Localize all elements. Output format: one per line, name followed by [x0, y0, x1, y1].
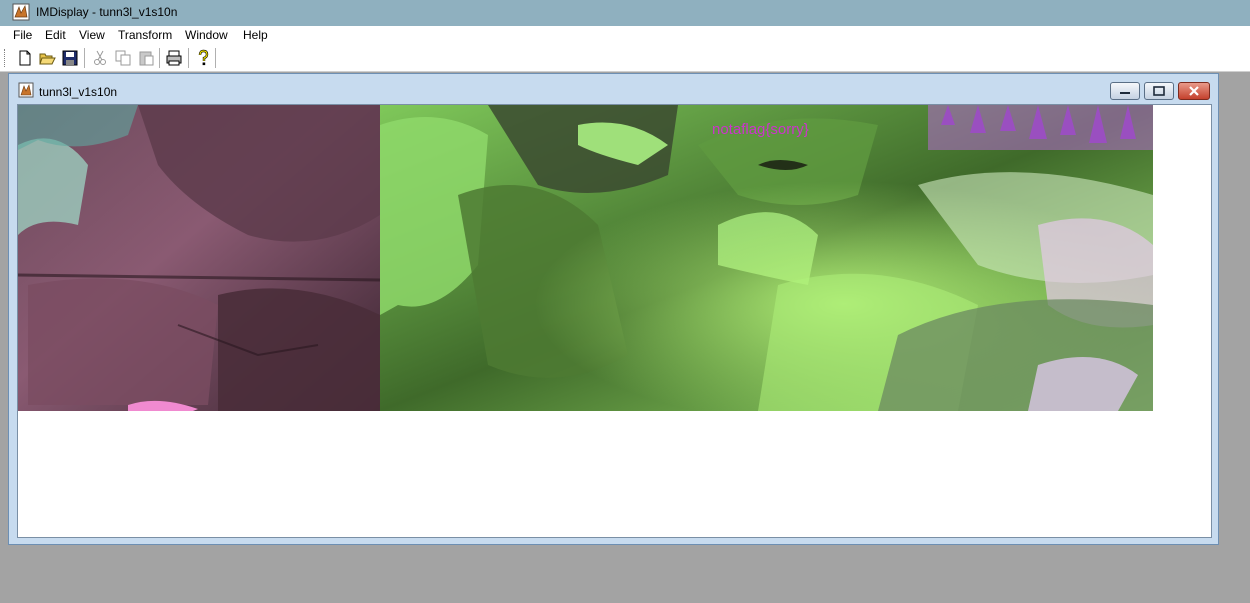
image-window-title: tunn3l_v1s10n [39, 85, 118, 99]
cut-icon[interactable] [91, 49, 109, 67]
maximize-icon [1153, 86, 1165, 96]
toolbar-separator [84, 48, 85, 68]
minimize-icon [1120, 92, 1130, 94]
app-title: IMDisplay - tunn3l_v1s10n [36, 5, 178, 19]
new-file-icon[interactable] [16, 49, 34, 67]
toolbar-separator [188, 48, 189, 68]
image-canvas[interactable]: notaflag{sorry} [17, 104, 1212, 538]
menu-help[interactable]: Help [243, 28, 268, 42]
menu-transform[interactable]: Transform [118, 28, 172, 42]
toolbar [0, 45, 1250, 72]
toolbar-separator [159, 48, 160, 68]
help-icon[interactable] [194, 49, 212, 67]
print-icon[interactable] [165, 49, 183, 67]
paste-icon[interactable] [137, 49, 155, 67]
toolbar-separator [215, 48, 216, 68]
menu-bar: File Edit View Transform Window Help [0, 26, 1250, 46]
close-icon [1189, 86, 1199, 96]
imdisplay-app-icon [12, 3, 30, 21]
menu-window[interactable]: Window [185, 28, 228, 42]
image-overlay-text: notaflag{sorry} [712, 121, 809, 138]
app-titlebar[interactable]: IMDisplay - tunn3l_v1s10n [0, 0, 1250, 26]
open-folder-icon[interactable] [38, 49, 56, 67]
maximize-button[interactable] [1144, 82, 1174, 100]
image-document-icon [18, 82, 34, 98]
menu-view[interactable]: View [79, 28, 105, 42]
menu-file[interactable]: File [13, 28, 32, 42]
menu-edit[interactable]: Edit [45, 28, 66, 42]
image-window[interactable]: tunn3l_v1s10n notaflag{sorry} [8, 73, 1219, 545]
toolbar-grip[interactable] [4, 49, 8, 67]
close-button[interactable] [1178, 82, 1210, 100]
minimize-button[interactable] [1110, 82, 1140, 100]
save-icon[interactable] [61, 49, 79, 67]
copy-icon[interactable] [114, 49, 132, 67]
rocky-landscape-image [18, 105, 1153, 411]
